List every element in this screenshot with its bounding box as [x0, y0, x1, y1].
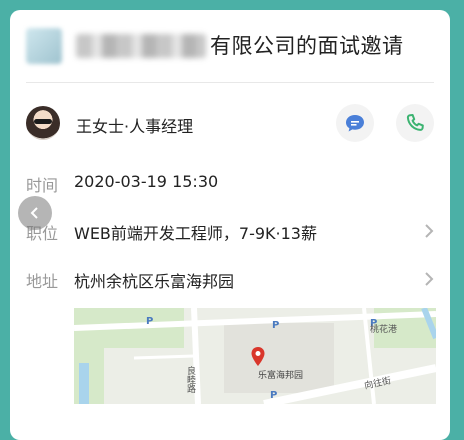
contact-name: 王女士·人事经理: [76, 117, 194, 136]
company-logo: [26, 28, 62, 64]
location-map[interactable]: P P P P 桃花港 向往街 良睦路 乐富海邦园: [74, 308, 436, 404]
map-label: 良睦路: [185, 366, 195, 393]
chat-button[interactable]: [336, 104, 374, 142]
phone-icon: [406, 114, 424, 131]
position-row[interactable]: 职位 WEB前端开发工程师，7-9K·13薪: [10, 216, 450, 246]
company-name-redacted: [76, 34, 206, 58]
parking-marker: P: [272, 320, 280, 331]
chat-bubble-icon: [346, 115, 364, 132]
address-label: 地址: [26, 272, 59, 291]
invitation-header: 有限公司的面试邀请: [10, 10, 450, 82]
parking-marker: P: [270, 390, 278, 401]
chevron-left-icon: [30, 207, 38, 219]
map-destination-label: 乐富海邦园: [258, 371, 304, 381]
contact-row: 王女士·人事经理: [10, 100, 450, 150]
map-pin-icon: [251, 347, 265, 366]
time-value: 2020-03-19 15:30: [74, 172, 219, 191]
invitation-title: 有限公司的面试邀请: [210, 34, 404, 58]
address-value: 杭州余杭区乐富海邦园: [74, 272, 235, 291]
parking-marker: P: [146, 316, 154, 327]
time-label: 时间: [26, 176, 59, 195]
position-value: WEB前端开发工程师，7-9K·13薪: [74, 224, 317, 243]
time-row: 时间 2020-03-19 15:30: [10, 168, 450, 198]
chevron-right-icon: [425, 224, 434, 238]
call-button[interactable]: [396, 104, 434, 142]
back-button[interactable]: [18, 196, 52, 230]
map-label: 桃花港: [370, 325, 398, 335]
header-divider: [26, 82, 434, 83]
avatar: [26, 106, 60, 140]
interview-invitation-card: 有限公司的面试邀请 王女士·人事经理 时间 2020-03-19 15:30 职…: [10, 10, 450, 440]
chevron-right-icon: [425, 272, 434, 286]
address-row[interactable]: 地址 杭州余杭区乐富海邦园: [10, 264, 450, 294]
